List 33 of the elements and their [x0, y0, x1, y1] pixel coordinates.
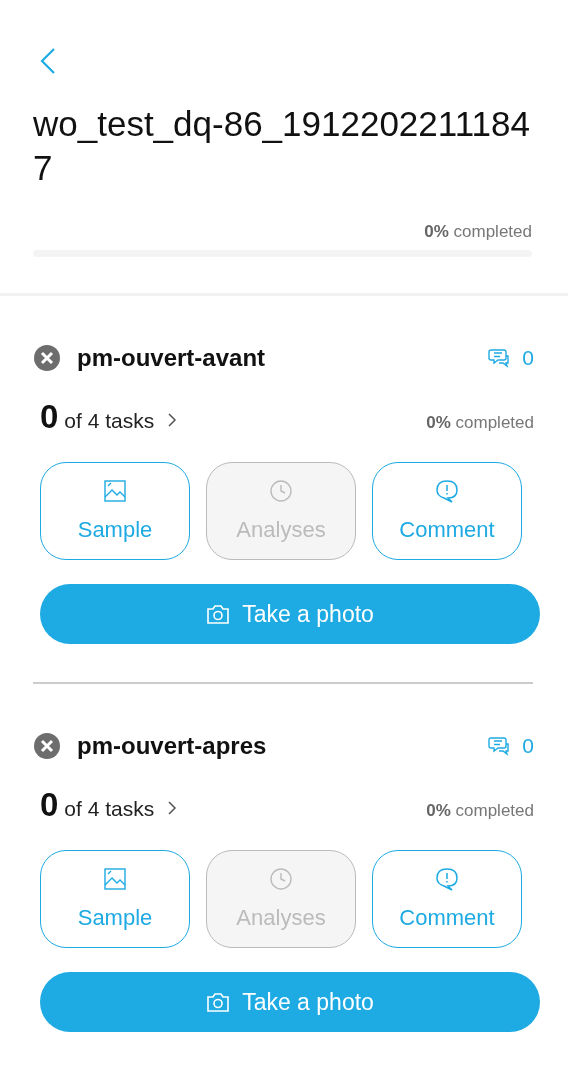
sample-button[interactable]: Sample — [40, 850, 190, 948]
section-name: pm-ouvert-apres — [77, 732, 268, 760]
camera-icon — [206, 991, 231, 1013]
clock-icon — [269, 867, 293, 891]
remove-icon[interactable] — [33, 344, 61, 372]
image-icon — [103, 867, 127, 891]
work-order-title: wo_test_dq-86_19122022111847 — [33, 103, 531, 189]
comment-count: 0 — [522, 734, 534, 758]
progress-text: 0% completed — [426, 413, 534, 433]
image-icon — [103, 479, 127, 503]
take-photo-button[interactable]: Take a photo — [40, 972, 540, 1032]
progress-text: 0% completed — [426, 801, 534, 821]
tasks-link[interactable]: of 4 tasks — [64, 409, 155, 433]
comment-button[interactable]: Comment — [372, 462, 522, 560]
comment-button[interactable]: Comment — [372, 850, 522, 948]
chat-icon[interactable] — [488, 348, 511, 368]
chat-icon[interactable] — [488, 736, 511, 756]
comment-alert-icon — [435, 867, 459, 891]
camera-icon — [206, 603, 231, 625]
comment-count: 0 — [522, 346, 534, 370]
done-count: 0 — [40, 786, 59, 824]
sample-button[interactable]: Sample — [40, 462, 190, 560]
take-photo-button[interactable]: Take a photo — [40, 584, 540, 644]
progress-text: 0% completed — [424, 222, 532, 242]
remove-icon[interactable] — [33, 732, 61, 760]
done-count: 0 — [40, 398, 59, 436]
clock-icon — [269, 479, 293, 503]
comment-alert-icon — [435, 479, 459, 503]
tasks-link[interactable]: of 4 tasks — [64, 797, 155, 821]
section-name: pm-ouvert-avant — [77, 344, 267, 372]
chevron-icon — [166, 412, 179, 428]
back-icon — [39, 46, 57, 75]
chevron-icon — [166, 800, 179, 816]
